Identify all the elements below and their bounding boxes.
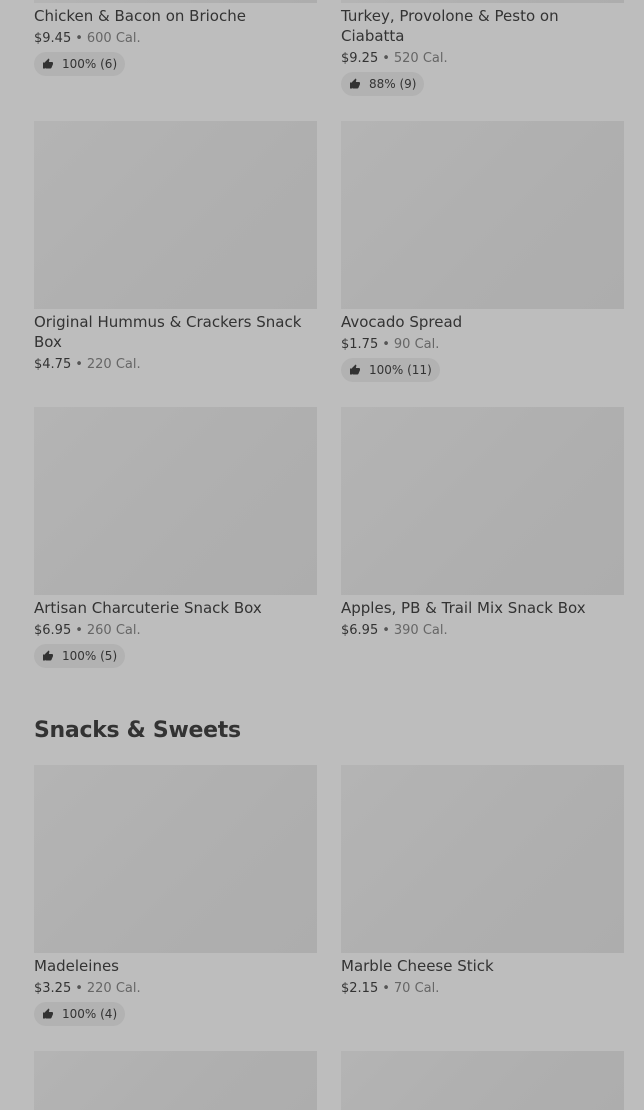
item-image (34, 407, 317, 595)
item-image (34, 121, 317, 309)
item-meta: $2.15 • 70 Cal. (341, 980, 439, 998)
item-name: Turkey, Provolone & Pesto on Ciabatta (341, 7, 559, 45)
separator: • (382, 981, 390, 996)
item-meta: $6.95 • 260 Cal. (34, 622, 141, 640)
thumbs-up-icon (43, 1008, 53, 1019)
thumbs-up-icon (43, 650, 53, 661)
separator: • (75, 357, 83, 372)
item-name: Chicken & Bacon on Brioche (34, 7, 246, 25)
rating-text: 100% (4) (62, 1007, 118, 1021)
item-calories: 70 Cal. (393, 981, 440, 996)
item-price: $6.95 (341, 623, 379, 638)
item-price: $1.75 (341, 337, 379, 352)
item-meta: $9.25 • 520 Cal. (341, 50, 448, 68)
rating-text: 88% (9) (369, 77, 417, 91)
item-name: Marble Cheese Stick (341, 957, 494, 975)
item-calories: 260 Cal. (86, 623, 141, 638)
item-image (34, 0, 317, 3)
item-price: $2.15 (341, 981, 379, 996)
item-calories: 520 Cal. (393, 51, 448, 66)
item-meta: $4.75 • 220 Cal. (34, 356, 141, 374)
item-price: $9.45 (34, 31, 72, 46)
rating-text: 100% (5) (62, 649, 118, 663)
item-image (341, 0, 624, 3)
item-name: Original Hummus & Crackers Snack Box (34, 313, 302, 351)
item-calories: 390 Cal. (393, 623, 448, 638)
item-name: Madeleines (34, 957, 119, 975)
separator: • (75, 623, 83, 638)
item-name: Artisan Charcuterie Snack Box (34, 599, 262, 617)
item-name: Avocado Spread (341, 313, 463, 331)
rating-badge: 100% (4) (34, 1002, 126, 1026)
item-image (341, 1051, 624, 1110)
thumbs-up-icon (350, 364, 360, 375)
rating-text: 100% (6) (62, 57, 118, 71)
separator: • (75, 31, 83, 46)
separator: • (382, 51, 390, 66)
item-meta: $9.45 • 600 Cal. (34, 30, 141, 48)
item-calories: 90 Cal. (393, 337, 440, 352)
section-title: Snacks & Sweets (34, 718, 241, 743)
item-image (341, 407, 624, 595)
item-price: $3.25 (34, 981, 72, 996)
item-calories: 600 Cal. (86, 31, 141, 46)
separator: • (75, 981, 83, 996)
rating-badge: 100% (11) (341, 358, 440, 382)
item-meta: $1.75 • 90 Cal. (341, 336, 439, 354)
rating-badge: 100% (6) (34, 52, 126, 76)
item-price: $4.75 (34, 357, 72, 372)
item-image (341, 121, 624, 309)
separator: • (382, 623, 390, 638)
item-name: Apples, PB & Trail Mix Snack Box (341, 599, 586, 617)
item-calories: 220 Cal. (86, 981, 141, 996)
thumbs-up-icon (350, 78, 360, 89)
item-price: $9.25 (341, 51, 379, 66)
rating-badge: 100% (5) (34, 644, 126, 668)
item-price: $6.95 (34, 623, 72, 638)
rating-badge: 88% (9) (341, 72, 425, 96)
thumbs-up-icon (43, 58, 53, 69)
rating-text: 100% (11) (369, 363, 432, 377)
item-image (34, 765, 317, 953)
item-calories: 220 Cal. (86, 357, 141, 372)
item-meta: $6.95 • 390 Cal. (341, 622, 448, 640)
item-image (34, 1051, 317, 1110)
item-meta: $3.25 • 220 Cal. (34, 980, 141, 998)
separator: • (382, 337, 390, 352)
item-image (341, 765, 624, 953)
